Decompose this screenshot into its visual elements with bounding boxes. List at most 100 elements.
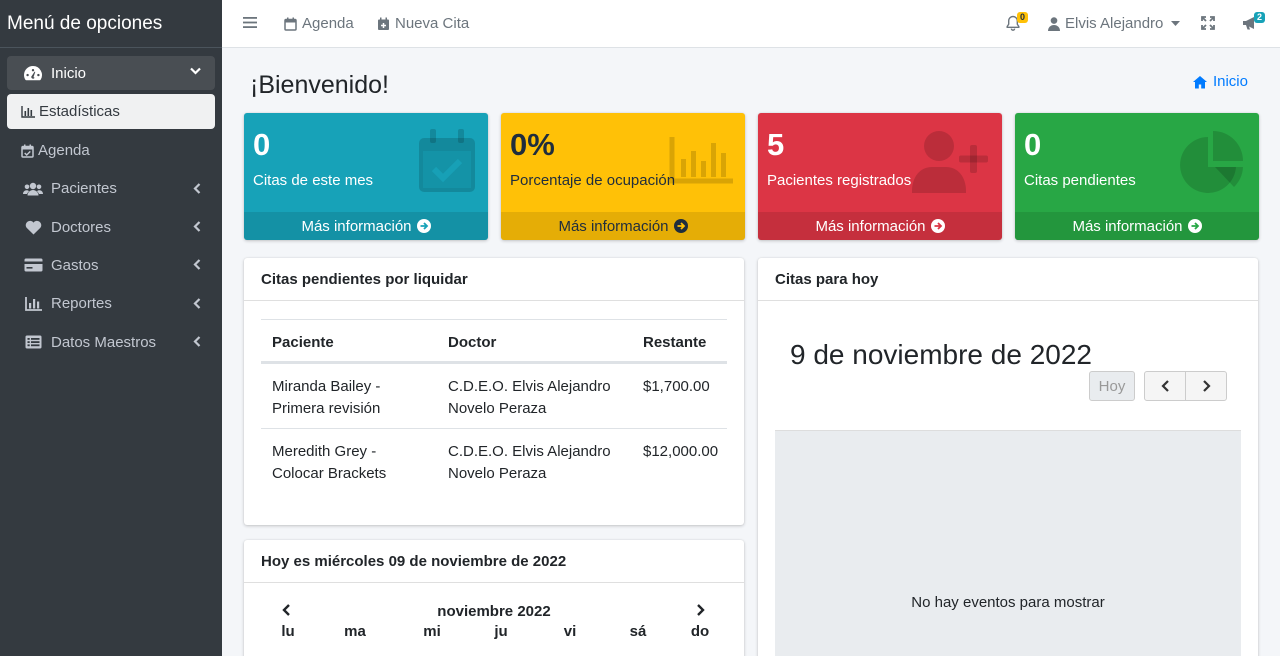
cell-doctor-line2: Novelo Peraza (448, 399, 547, 417)
cell-restante: $12,000.00 (643, 443, 719, 460)
sidebar-item-label: Reportes (51, 295, 112, 313)
credit-card-icon (23, 258, 43, 272)
sidebar-item-estadisticas[interactable]: Estadísticas (7, 94, 215, 130)
user-menu-dropdown[interactable]: Elvis Alejandro (1048, 15, 1181, 32)
column-header-doctor: Doctor (448, 334, 497, 351)
stat-label: Citas pendientes (1024, 172, 1136, 189)
users-icon (23, 182, 43, 196)
sidebar-item-gastos[interactable]: Gastos (7, 248, 215, 282)
stat-value: 0% (510, 127, 555, 162)
sidebar-item-label: Gastos (51, 256, 99, 274)
calendar-month-label: noviembre 2022 (437, 603, 551, 620)
notifications-badge: 0 (1017, 12, 1029, 23)
sidebar-item-label: Doctores (51, 218, 112, 236)
table-row[interactable]: Miranda Bailey - Primera revisión C.D.E.O… (261, 363, 727, 428)
page-title: ¡Bienvenido! (250, 71, 389, 99)
arrow-circle-right-icon (930, 219, 945, 233)
announcements-button[interactable]: 2 (1242, 12, 1266, 30)
table-row[interactable]: Meredith Grey - Colocar Brackets C.D.E.O.… (261, 428, 727, 493)
sidebar-item-datos-maestros[interactable]: Datos Maestros (7, 325, 215, 359)
chart-bar-icon (21, 105, 35, 118)
next-day-button[interactable] (1185, 371, 1227, 401)
weekday-label: ma (344, 623, 366, 640)
weekday-label: ju (494, 623, 508, 640)
pie-chart-icon (1179, 131, 1245, 193)
column-header-restante: Restante (643, 334, 707, 351)
stat-box-ocupacion: 0% Porcentaje de ocupación Más informaci… (501, 113, 745, 240)
chevron-left-icon (193, 298, 201, 309)
more-info-link[interactable]: Más información (501, 212, 745, 240)
cell-doctor-line1: C.D.E.O. Elvis Alejandro (448, 378, 611, 395)
more-info-link[interactable]: Más información (1015, 212, 1259, 240)
stat-value: 0 (253, 127, 271, 162)
chart-bar-icon (23, 296, 43, 311)
more-info-label: Más información (815, 217, 926, 235)
user-plus-icon (912, 131, 990, 193)
weekday-label: do (690, 623, 710, 640)
user-icon (1048, 16, 1060, 31)
tachometer-icon (23, 65, 43, 81)
more-info-link[interactable]: Más información (244, 212, 488, 240)
sidebar-item-label: Datos Maestros (51, 333, 157, 351)
today-calendar-card: Hoy es miércoles 09 de noviembre de 2022… (244, 540, 744, 656)
nav-nueva-cita-label: Nueva Cita (395, 15, 470, 32)
heart-icon (23, 220, 43, 235)
fullscreen-icon[interactable] (1201, 16, 1215, 30)
weekday-label: lu (281, 623, 295, 640)
calendar-plus-icon (377, 17, 390, 31)
breadcrumb-home-link[interactable]: Inicio (1192, 73, 1248, 90)
sidebar-item-agenda[interactable]: Agenda (7, 134, 215, 168)
pending-appointments-card: Citas pendientes por liquidar Paciente D… (244, 258, 744, 525)
cell-paciente-line1: Miranda Bailey - (272, 378, 381, 395)
today-events-card: Citas para hoy 9 de noviembre de 2022 Ho… (758, 258, 1258, 656)
table-header: Paciente Doctor Restante (261, 319, 727, 363)
more-info-link[interactable]: Más información (758, 212, 1002, 240)
cell-paciente: Miranda Bailey - Primera revisión (272, 376, 380, 419)
menu-toggle-icon[interactable] (243, 16, 257, 29)
user-name: Elvis Alejandro (1065, 15, 1164, 32)
sidebar-item-inicio[interactable]: Inicio (7, 56, 215, 90)
next-month-button[interactable] (696, 604, 705, 616)
nav-nueva-cita-link[interactable]: Nueva Cita (377, 15, 469, 32)
cell-paciente: Meredith Grey - Colocar Brackets (272, 441, 386, 484)
today-button-label: Hoy (1098, 377, 1126, 395)
chevron-down-icon (190, 67, 201, 75)
nav-agenda-label: Agenda (302, 15, 354, 32)
cell-doctor-line2: Novelo Peraza (448, 464, 547, 482)
events-date-title: 9 de noviembre de 2022 (790, 339, 1092, 370)
sidebar-item-label: Inicio (51, 64, 87, 82)
chevron-left-icon (193, 259, 201, 271)
sidebar-item-label: Pacientes (51, 180, 117, 198)
cell-paciente-line2: Primera revisión (272, 399, 381, 417)
card-title: Hoy es miércoles 09 de noviembre de 2022 (244, 540, 744, 583)
cell-restante: $1,700.00 (643, 378, 710, 395)
prev-day-button[interactable] (1144, 371, 1186, 401)
weekday-label: vi (563, 623, 577, 640)
nav-agenda-link[interactable]: Agenda (284, 15, 354, 32)
chevron-left-icon (1160, 380, 1170, 392)
stat-value: 0 (1024, 127, 1042, 162)
sidebar-nav: Inicio Estadísticas Agenda Pacientes Doc… (0, 48, 222, 359)
notifications-button[interactable]: 0 (1006, 12, 1029, 31)
weekday-label: sá (629, 623, 647, 640)
no-events-message: No hay eventos para mostrar (911, 594, 1105, 611)
list-icon (23, 335, 43, 349)
today-button[interactable]: Hoy (1089, 371, 1135, 401)
calendar-check-icon (21, 144, 34, 158)
chevron-left-icon (193, 183, 201, 194)
chart-bar-icon (669, 137, 733, 185)
sidebar-item-label: Estadísticas (39, 103, 120, 121)
calendar-check-icon (418, 129, 476, 193)
card-title: Citas pendientes por liquidar (244, 258, 744, 301)
stat-box-pacientes: 5 Pacientes registrados Más información (758, 113, 1002, 240)
more-info-label: Más información (558, 217, 669, 235)
sidebar-item-reportes[interactable]: Reportes (7, 287, 215, 321)
arrow-circle-right-icon (1187, 219, 1202, 233)
sidebar-item-doctores[interactable]: Doctores (7, 210, 215, 244)
chevron-left-icon (193, 221, 201, 232)
sidebar-item-pacientes[interactable]: Pacientes (7, 172, 215, 206)
cell-doctor: C.D.E.O. Elvis Alejandro Novelo Peraza (448, 376, 611, 419)
chevron-left-icon (193, 336, 201, 347)
sidebar: Menú de opciones Inicio Estadísticas Age… (0, 0, 222, 656)
stat-label: Porcentaje de ocupación (510, 172, 676, 189)
